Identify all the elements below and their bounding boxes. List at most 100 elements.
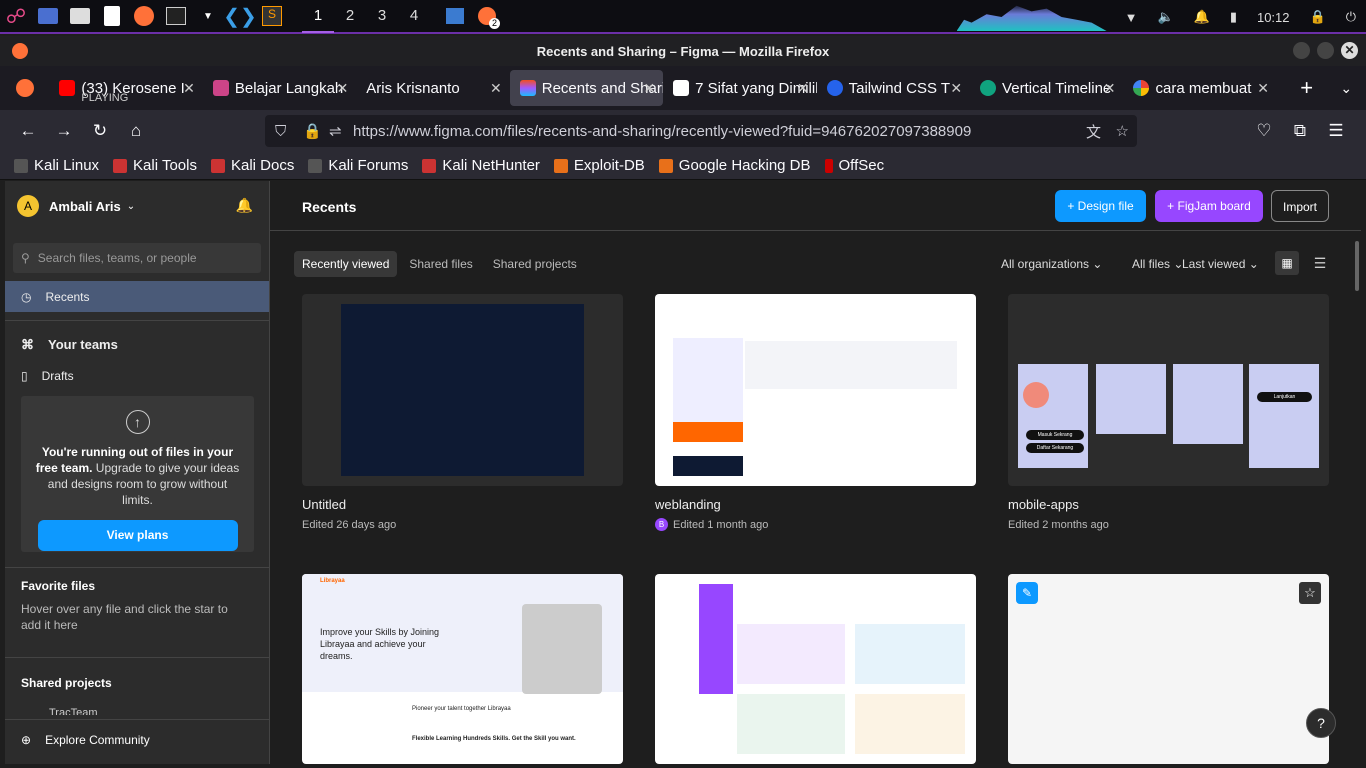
permissions-icon[interactable]: ⇌ xyxy=(329,122,342,140)
lock-icon[interactable]: 🔒 xyxy=(303,122,322,140)
new-figjam-button[interactable]: + FigJam board xyxy=(1155,190,1263,222)
sublime-icon[interactable]: S xyxy=(259,3,285,29)
tab-youtube[interactable]: (33) Kerosene I PLAYING ✕ xyxy=(49,70,202,106)
view-plans-button[interactable]: View plans xyxy=(37,520,238,551)
tab-timeline[interactable]: Vertical Timeline ✕ xyxy=(970,70,1123,106)
star-icon[interactable]: ☆ xyxy=(1299,582,1321,604)
close-tab-icon[interactable]: ✕ xyxy=(950,80,962,97)
close-tab-icon[interactable]: ✕ xyxy=(643,80,655,97)
bookmark-offsec[interactable]: OffSec xyxy=(824,157,884,174)
file-card-mobile-apps[interactable]: Masuk Sekrang Daftar Sekarang Lanjutkan xyxy=(1008,294,1329,486)
new-tab-button[interactable]: + xyxy=(1287,75,1327,101)
list-view-icon[interactable]: ☰ xyxy=(1308,251,1332,275)
reload-icon[interactable]: ↻ xyxy=(82,121,118,141)
tab-belajar[interactable]: Belajar Langkah ✕ xyxy=(203,70,356,106)
extensions-icon[interactable]: ⧉ xyxy=(1282,121,1318,141)
tab-google[interactable]: cara membuat ✕ xyxy=(1123,70,1276,106)
tab-sifat[interactable]: 7 Sifat yang Dimiliki ✕ xyxy=(663,70,817,106)
explore-community[interactable]: ⊕ Explore Community xyxy=(5,719,269,759)
tab-shared-files[interactable]: Shared files xyxy=(401,251,480,277)
workspace-1[interactable]: 1 xyxy=(302,0,334,33)
desktop-icon[interactable] xyxy=(35,3,61,29)
sort-dropdown[interactable]: Last viewed ⌄ xyxy=(1182,257,1259,271)
workspace-3[interactable]: 3 xyxy=(366,0,398,33)
close-window-button[interactable]: ✕ xyxy=(1341,42,1358,59)
file-card-figjam[interactable] xyxy=(655,574,976,764)
bookmark-kali-forums[interactable]: Kali Forums xyxy=(308,157,408,174)
sidebar-item-recents[interactable]: ◷ Recents xyxy=(5,281,269,312)
text-editor-icon[interactable] xyxy=(99,3,125,29)
list-tabs-button[interactable]: ⌄ xyxy=(1326,80,1366,97)
close-tab-icon[interactable]: ✕ xyxy=(1257,80,1269,97)
import-button[interactable]: Import xyxy=(1271,190,1329,222)
help-button[interactable]: ? xyxy=(1306,708,1336,738)
lock-icon[interactable]: 🔒 xyxy=(1310,9,1326,25)
wifi-icon[interactable]: ▼ xyxy=(1125,10,1138,25)
nethunter-icon xyxy=(422,158,437,173)
file-card-blank[interactable]: ✎ ☆ xyxy=(1008,574,1329,764)
clock[interactable]: 10:12 xyxy=(1257,10,1290,25)
bookmark-kali-linux[interactable]: Kali Linux xyxy=(14,157,99,174)
bell-icon[interactable]: 🔔 xyxy=(1194,9,1210,25)
sidebar-item-drafts[interactable]: ▯ Drafts xyxy=(5,360,269,391)
account-switcher[interactable]: A Ambali Aris ⌄ 🔔 xyxy=(5,181,269,231)
volume-icon[interactable]: 🔈 xyxy=(1157,9,1173,25)
notification-bell-icon[interactable]: 🔔 xyxy=(236,197,253,214)
shield-icon[interactable]: ⛉ xyxy=(275,123,286,140)
organization-dropdown[interactable]: All organizations ⌄ xyxy=(1001,257,1102,271)
pocket-icon[interactable]: ♡ xyxy=(1246,121,1282,141)
files-dropdown[interactable]: All files ⌄ xyxy=(1132,257,1183,271)
forward-icon[interactable]: → xyxy=(46,121,82,141)
tab-recently-viewed[interactable]: Recently viewed xyxy=(294,251,398,277)
workspace-2[interactable]: 2 xyxy=(334,0,366,33)
favorites-title: Favorite files xyxy=(21,579,96,593)
bookmark-google-hacking-db[interactable]: Google Hacking DB xyxy=(658,157,811,174)
scrollbar[interactable] xyxy=(1355,241,1359,291)
search-input[interactable]: ⚲ Search files, teams, or people xyxy=(13,243,261,273)
tab-shared-projects[interactable]: Shared projects xyxy=(485,251,585,277)
tab-aris[interactable]: Aris Krisnanto ✕ xyxy=(356,70,509,106)
close-tab-icon[interactable]: ✕ xyxy=(490,80,502,97)
tab-tailwind[interactable]: Tailwind CSS T ✕ xyxy=(817,70,970,106)
app-window-icon[interactable] xyxy=(442,3,468,29)
close-tab-icon[interactable]: ✕ xyxy=(1104,80,1116,97)
bookmark-exploit-db[interactable]: Exploit-DB xyxy=(553,157,645,174)
bookmark-kali-nethunter[interactable]: Kali NetHunter xyxy=(422,157,540,174)
bookmark-kali-tools[interactable]: Kali Tools xyxy=(113,157,197,174)
firefox-view-button[interactable] xyxy=(0,79,49,97)
sidebar-item-your-teams[interactable]: ⌘ Your teams xyxy=(5,329,269,360)
files-icon[interactable] xyxy=(67,3,93,29)
minimize-button[interactable] xyxy=(1293,42,1310,59)
maximize-button[interactable] xyxy=(1317,42,1334,59)
chevron-down-icon[interactable]: ▼ xyxy=(195,3,221,29)
close-tab-icon[interactable]: ✕ xyxy=(183,80,195,97)
back-icon[interactable]: ← xyxy=(10,121,46,141)
url-text[interactable]: https://www.figma.com/files/recents-and-… xyxy=(353,123,971,140)
terminal-icon[interactable] xyxy=(163,3,189,29)
url-bar[interactable]: ⛉ 🔒 ⇌ https://www.figma.com/files/recent… xyxy=(265,115,1137,147)
battery-icon[interactable]: ▮ xyxy=(1230,9,1237,25)
file-card-librayaa[interactable]: Librayaa Improve your Skills by Joining … xyxy=(302,574,623,764)
file-card-untitled[interactable] xyxy=(302,294,623,486)
chatgpt-icon xyxy=(980,80,997,96)
home-icon[interactable]: ⌂ xyxy=(118,121,154,141)
grid-view-icon[interactable]: ▦ xyxy=(1275,251,1299,275)
close-tab-icon[interactable]: ✕ xyxy=(797,80,809,97)
shared-project-item[interactable]: TracTeam xyxy=(49,707,98,715)
bookmark-star-icon[interactable]: ☆ xyxy=(1116,122,1129,140)
menu-icon[interactable]: ☰ xyxy=(1318,121,1354,141)
power-icon[interactable]: ⏻ xyxy=(1346,9,1356,25)
file-card-weblanding[interactable] xyxy=(655,294,976,486)
firefox-icon[interactable] xyxy=(131,3,157,29)
close-tab-icon[interactable]: ✕ xyxy=(337,80,349,97)
kali-menu-icon[interactable]: ☍ xyxy=(3,3,29,29)
firefox-window-icon[interactable]: 2 xyxy=(474,3,500,29)
file-meta: Edited 1 month ago xyxy=(673,519,769,531)
vscode-icon[interactable]: ❮❯ xyxy=(223,3,257,29)
workspace-4[interactable]: 4 xyxy=(398,0,430,33)
bookmark-kali-docs[interactable]: Kali Docs xyxy=(210,157,294,174)
audio-visualizer xyxy=(956,5,1107,31)
new-design-file-button[interactable]: + Design file xyxy=(1055,190,1146,222)
tab-figma[interactable]: Recents and Sharing✕ xyxy=(509,70,664,106)
translate-icon[interactable]: 文 xyxy=(1086,121,1101,142)
